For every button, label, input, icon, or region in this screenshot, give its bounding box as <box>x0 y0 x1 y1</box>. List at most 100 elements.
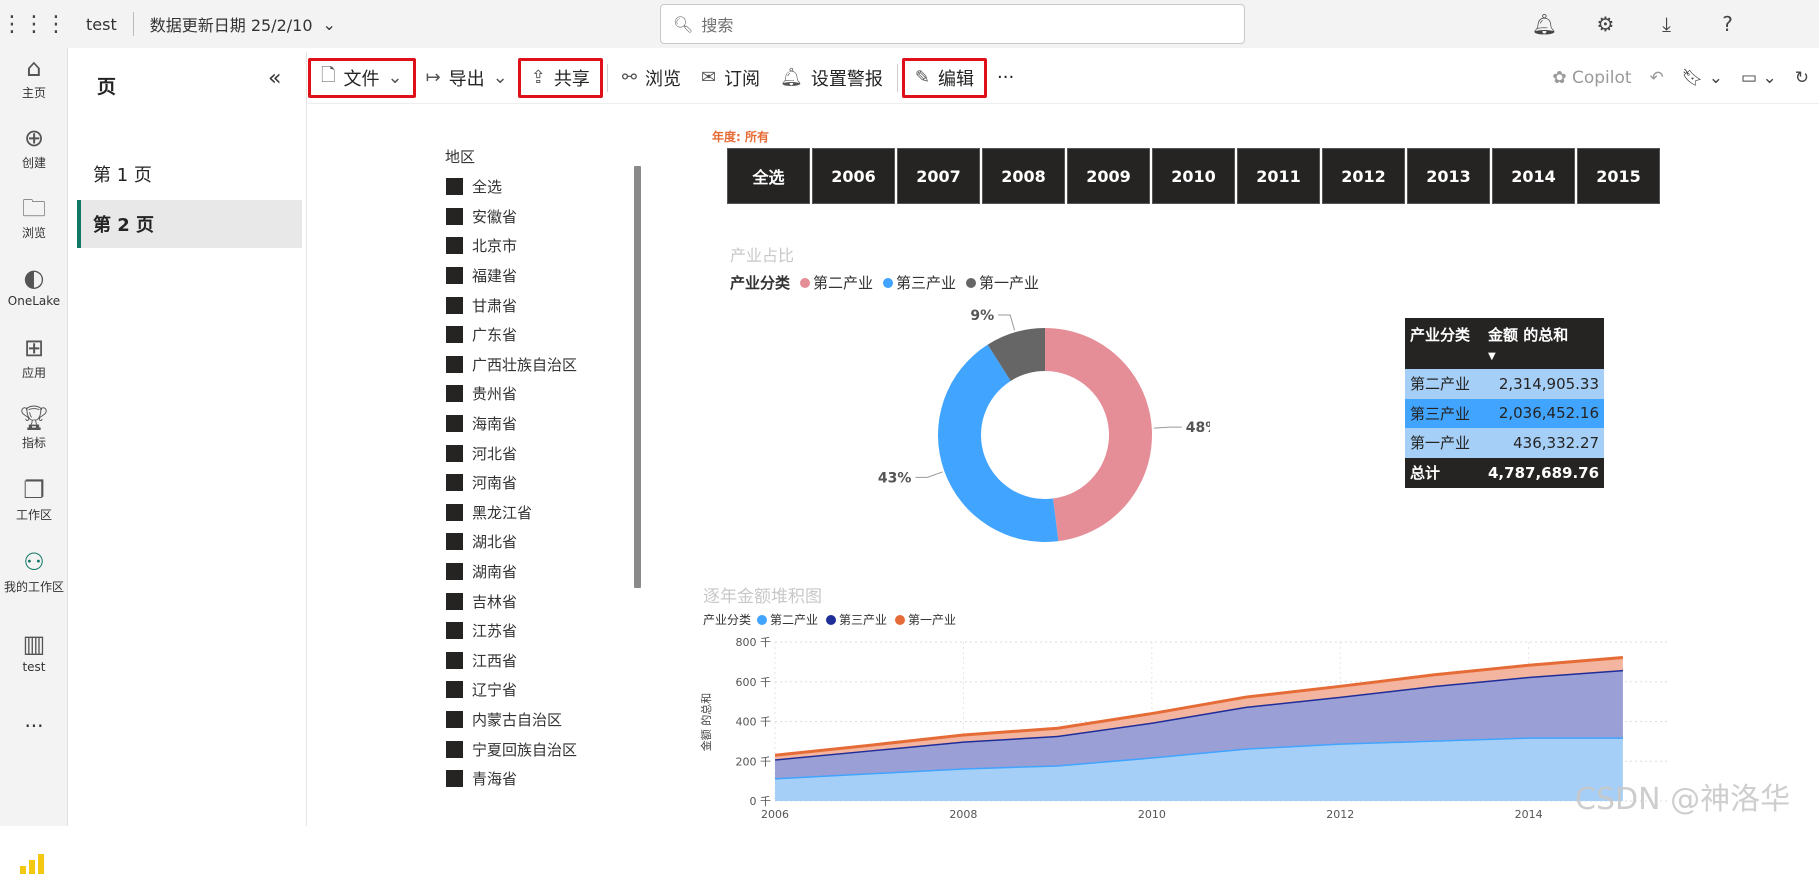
nav-report-test[interactable]: ▥ test <box>0 630 68 674</box>
slicer-item[interactable]: 安徽省 <box>446 202 577 232</box>
app-launcher-icon[interactable]: ⋮⋮⋮ <box>0 12 68 37</box>
file-button[interactable]: 🗋 文件 ⌄ <box>308 57 416 98</box>
refresh-icon[interactable]: ↻ <box>1795 68 1809 88</box>
table-row[interactable]: 第三产业 2,036,452.16 <box>1405 398 1605 428</box>
slicer-item[interactable]: 内蒙古自治区 <box>446 705 577 735</box>
donut-slice[interactable] <box>1045 328 1153 542</box>
slicer-item[interactable]: 宁夏回族自治区 <box>446 734 577 764</box>
checkbox[interactable] <box>446 503 463 521</box>
checkbox[interactable] <box>446 710 463 728</box>
checkbox[interactable] <box>446 622 463 640</box>
legend-item[interactable]: 第二产业 <box>800 272 873 293</box>
slicer-item[interactable]: 湖北省 <box>446 527 577 557</box>
page-tab-1[interactable]: 第 1 页 <box>77 150 302 198</box>
checkbox[interactable] <box>446 770 463 788</box>
bell-icon[interactable]: 🔔︎ <box>1514 12 1575 36</box>
checkbox[interactable] <box>446 592 463 610</box>
slicer-item[interactable]: 广西壮族自治区 <box>446 350 577 380</box>
year-button[interactable]: 2008 <box>982 148 1065 204</box>
checkbox[interactable] <box>446 237 463 255</box>
nav-my-workspace[interactable]: ⚇ 我的工作区 <box>0 548 68 595</box>
year-button[interactable]: 2011 <box>1237 148 1320 204</box>
search-input[interactable]: 🔍︎ 搜索 <box>660 4 1245 44</box>
slicer-item[interactable]: 福建省 <box>446 261 577 291</box>
slicer-item[interactable]: 湖南省 <box>446 557 577 587</box>
checkbox[interactable] <box>446 385 463 403</box>
nav-apps[interactable]: ⊞ 应用 <box>0 334 68 381</box>
slicer-item[interactable]: 江西省 <box>446 646 577 676</box>
view-icon[interactable]: ▭ ⌄ <box>1741 68 1777 88</box>
slicer-item[interactable]: 河北省 <box>446 438 577 468</box>
slicer-item[interactable]: 吉林省 <box>446 586 577 616</box>
year-button[interactable]: 2013 <box>1407 148 1490 204</box>
slicer-item[interactable]: 广东省 <box>446 320 577 350</box>
nav-onelake[interactable]: ◐ OneLake <box>0 264 68 308</box>
matrix-header-category[interactable]: 产业分类 <box>1405 318 1483 369</box>
slicer-item[interactable]: 海南省 <box>446 409 577 439</box>
data-update-dropdown[interactable]: 数据更新日期 25/2/10 ⌄ <box>150 12 336 36</box>
year-button[interactable]: 2010 <box>1152 148 1235 204</box>
year-button[interactable]: 全选 <box>727 148 810 204</box>
checkbox[interactable] <box>446 681 463 699</box>
checkbox[interactable] <box>446 474 463 492</box>
slicer-item[interactable]: 甘肃省 <box>446 290 577 320</box>
undo-icon[interactable]: ↶ <box>1650 68 1664 88</box>
page-tab-2[interactable]: 第 2 页 <box>77 200 302 248</box>
matrix-header-sum[interactable]: 金额 的总和 ▼ <box>1483 318 1605 369</box>
help-icon[interactable]: ? <box>1697 12 1758 36</box>
gear-icon[interactable]: ⚙ <box>1575 12 1636 36</box>
more-options-button[interactable]: ··· <box>987 58 1024 98</box>
legend-item[interactable]: 第三产业 <box>883 272 956 293</box>
checkbox[interactable] <box>446 444 463 462</box>
year-button[interactable]: 2009 <box>1067 148 1150 204</box>
slicer-item[interactable]: 贵州省 <box>446 379 577 409</box>
set-alert-button[interactable]: 🔔︎ 设置警报 <box>770 58 893 98</box>
nav-browse[interactable]: 🗀 浏览 <box>0 194 68 241</box>
slicer-scrollbar[interactable] <box>634 166 641 588</box>
nav-metrics[interactable]: 🏆︎ 指标 <box>0 404 68 451</box>
checkbox[interactable] <box>446 207 463 225</box>
slicer-item[interactable]: 北京市 <box>446 231 577 261</box>
bookmark-icon[interactable]: 🔖︎ ⌄ <box>1682 68 1723 88</box>
export-button[interactable]: ↦ 导出 ⌄ <box>416 58 518 98</box>
edit-button[interactable]: ✎ 编辑 <box>901 57 987 98</box>
area-chart[interactable]: 0 千 200 千 400 千 600 千 800 千 2006 2008 2010 2012 2… <box>695 626 1685 826</box>
slicer-item[interactable]: 江苏省 <box>446 616 577 646</box>
copilot-button[interactable]: ✿ Copilot <box>1552 68 1631 88</box>
year-button[interactable]: 2006 <box>812 148 895 204</box>
year-button[interactable]: 2007 <box>897 148 980 204</box>
table-row[interactable]: 第二产业 2,314,905.33 <box>1405 369 1605 399</box>
checkbox[interactable] <box>446 178 463 196</box>
share-button[interactable]: ⇪ 共享 <box>517 57 603 98</box>
year-button[interactable]: 2012 <box>1322 148 1405 204</box>
nav-home[interactable]: ⌂ 主页 <box>0 54 68 101</box>
slicer-item[interactable]: 青海省 <box>446 764 577 794</box>
download-icon[interactable]: ⤓ <box>1636 12 1697 36</box>
checkbox[interactable] <box>446 415 463 433</box>
checkbox[interactable] <box>446 267 463 285</box>
nav-more[interactable]: ··· <box>0 714 68 738</box>
checkbox[interactable] <box>446 326 463 344</box>
double-chevron-left-icon[interactable]: « <box>268 66 281 91</box>
year-button[interactable]: 2014 <box>1492 148 1575 204</box>
checkbox[interactable] <box>446 533 463 551</box>
nav-workspaces[interactable]: ❐ 工作区 <box>0 476 68 523</box>
subscribe-button[interactable]: ✉ 订阅 <box>691 58 770 98</box>
table-row[interactable]: 第一产业 436,332.27 <box>1405 428 1605 458</box>
checkbox[interactable] <box>446 355 463 373</box>
workspace-title[interactable]: test <box>86 15 117 34</box>
slicer-item[interactable]: 全选 <box>446 172 577 202</box>
slicer-item[interactable]: 河南省 <box>446 468 577 498</box>
browse-button[interactable]: ⚯ 浏览 <box>612 58 691 98</box>
slicer-item[interactable]: 辽宁省 <box>446 675 577 705</box>
checkbox[interactable] <box>446 651 463 669</box>
legend-item[interactable]: 第一产业 <box>966 272 1039 293</box>
donut-chart[interactable]: 48% 43% 9% <box>870 300 1210 570</box>
checkbox[interactable] <box>446 563 463 581</box>
slicer-item[interactable]: 黑龙江省 <box>446 498 577 528</box>
checkbox[interactable] <box>446 296 463 314</box>
nav-create[interactable]: ⊕ 创建 <box>0 124 68 171</box>
donut-slice[interactable] <box>938 344 1059 542</box>
checkbox[interactable] <box>446 740 463 758</box>
year-button[interactable]: 2015 <box>1577 148 1660 204</box>
